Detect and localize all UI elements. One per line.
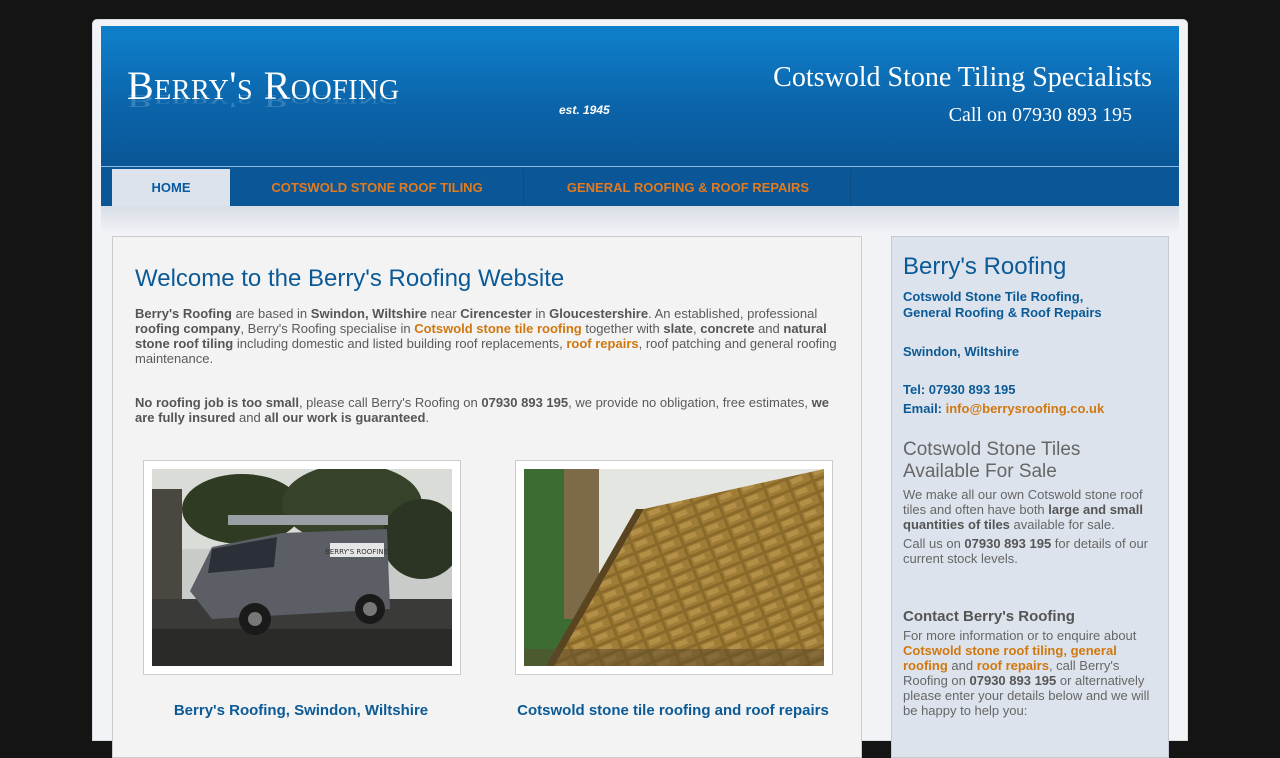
van-caption[interactable]: Berry's Roofing, Swindon, Wiltshire (143, 702, 459, 719)
slate: slate (663, 321, 694, 336)
text: near (426, 306, 461, 321)
text: together with (581, 321, 664, 336)
cotswold-tile-link[interactable]: Cotswold stone tile roofing (414, 321, 582, 336)
site-logo[interactable]: Berry's Roofing (127, 66, 400, 106)
tiles-sale-heading: Cotswold Stone Tiles Available For Sale (903, 439, 1080, 483)
city-name: Cirencester (460, 306, 532, 321)
text: and (947, 658, 977, 673)
text: , we provide no obligation, free estimat… (568, 395, 812, 410)
services-line-1: Cotswold Stone Tile Roofing, (903, 289, 1084, 304)
main-content: Welcome to the Berry's Roofing Website B… (112, 236, 862, 758)
header-phone[interactable]: Call on 07930 893 195 (949, 104, 1132, 127)
concrete: concrete (700, 321, 755, 336)
roof-photo-frame (515, 460, 833, 675)
contact-phone[interactable]: 07930 893 195 (970, 673, 1057, 688)
phone-number[interactable]: 07930 893 195 (481, 395, 568, 410)
nav-shadow (101, 206, 1179, 234)
tiles-sale-paragraph: We make all our own Cotswold stone roof … (903, 487, 1161, 532)
email-link[interactable]: info@berrysroofing.co.uk (946, 401, 1105, 416)
established-badge: est. 1945 (559, 103, 610, 117)
county-name: Gloucestershire (549, 306, 649, 321)
work-guaranteed: all our work is guaranteed (264, 410, 426, 425)
sidebar-title: Berry's Roofing (903, 253, 1067, 280)
sidebar-services: Cotswold Stone Tile Roofing, General Roo… (903, 289, 1102, 321)
intro-paragraph: Berry's Roofing are based in Swindon, Wi… (135, 306, 839, 366)
stock-paragraph: Call us on 07930 893 195 for details of … (903, 536, 1161, 566)
contact-heading: Contact Berry's Roofing (903, 608, 1075, 625)
tiles-heading-line-1: Cotswold Stone Tiles (903, 439, 1081, 460)
site-header: Berry's Roofing Berry's Roofing est. 194… (101, 26, 1179, 167)
no-job-too-small: No roofing job is too small (135, 395, 299, 410)
header-tagline: Cotswold Stone Tiling Specialists (773, 62, 1152, 93)
contact-roof-repairs-link[interactable]: roof repairs (977, 658, 1049, 673)
guarantee-paragraph: No roofing job is too small, please call… (135, 395, 839, 425)
nav-general-roofing[interactable]: GENERAL ROOFING & ROOF REPAIRS (526, 169, 851, 206)
text: in (531, 306, 550, 321)
van-photo[interactable]: BERRY'S ROOFING (152, 469, 452, 666)
roof-caption[interactable]: Cotswold stone tile roofing and roof rep… (515, 702, 831, 719)
contact-paragraph: For more information or to enquire about… (903, 628, 1161, 718)
main-nav: HOME COTSWOLD STONE ROOF TILING GENERAL … (101, 167, 1179, 206)
contact-cotswold-link[interactable]: Cotswold stone roof tiling (903, 643, 1063, 658)
sidebar-tel[interactable]: Tel: 07930 893 195 (903, 382, 1016, 398)
text: and (235, 410, 265, 425)
text: including domestic and listed building r… (233, 336, 567, 351)
page-container: Berry's Roofing Berry's Roofing est. 194… (93, 20, 1187, 758)
text: . (425, 410, 430, 425)
text: available for sale. (1009, 517, 1115, 532)
text: . An established, professional (648, 306, 818, 321)
text: Call us on (903, 536, 965, 551)
nav-home[interactable]: HOME (112, 169, 230, 206)
roof-repairs-link[interactable]: roof repairs (566, 336, 638, 351)
sidebar: Berry's Roofing Cotswold Stone Tile Roof… (891, 236, 1169, 758)
roof-photo[interactable] (524, 469, 824, 666)
town-name: Swindon, Wiltshire (310, 306, 427, 321)
text: are based in (232, 306, 311, 321)
text: , Berry's Roofing specialise in (240, 321, 415, 336)
van-lettering: BERRY'S ROOFING (325, 548, 389, 556)
text: and (754, 321, 784, 336)
nav-cotswold-stone-roof-tiling[interactable]: COTSWOLD STONE ROOF TILING (231, 169, 524, 206)
van-photo-frame: BERRY'S ROOFING (143, 460, 461, 675)
sidebar-email-row: Email: info@berrysroofing.co.uk (903, 401, 1104, 417)
stock-phone[interactable]: 07930 893 195 (964, 536, 1051, 551)
company-name: Berry's Roofing (135, 306, 232, 321)
sidebar-location: Swindon, Wiltshire (903, 344, 1020, 359)
text: For more information or to enquire about (903, 628, 1137, 643)
roofing-company: roofing company (135, 321, 241, 336)
email-label: Email: (903, 401, 946, 416)
tiles-heading-line-2: Available For Sale (903, 461, 1057, 482)
text: , (1063, 643, 1071, 658)
text: , please call Berry's Roofing on (298, 395, 482, 410)
page-title: Welcome to the Berry's Roofing Website (135, 265, 565, 292)
services-line-2: General Roofing & Roof Repairs (903, 305, 1102, 320)
